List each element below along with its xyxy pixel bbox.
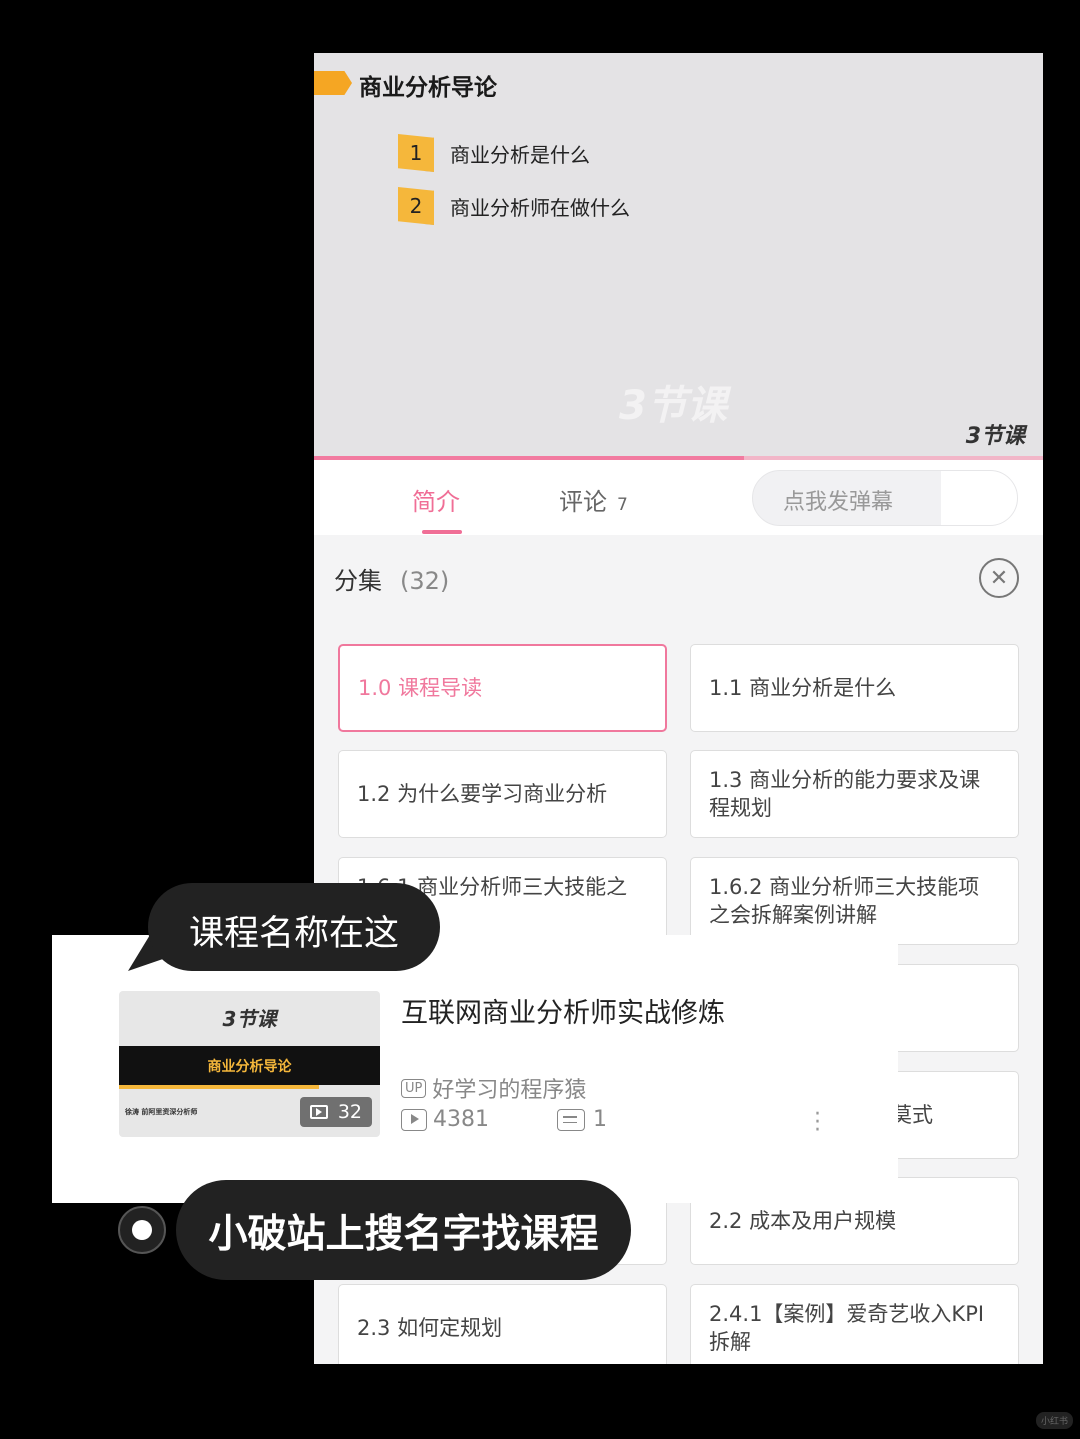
uploader-name: 好学习的程序猿 [432, 1078, 587, 1103]
video-slide-title: 商业分析导论 [359, 75, 497, 101]
episode-card[interactable]: 1.2 为什么要学习商业分析 [338, 750, 667, 838]
episode-label: 2.3 如何定规划 [357, 1316, 503, 1340]
active-tab-indicator [422, 530, 462, 534]
thumbnail-title: 商业分析导论 [207, 1058, 292, 1075]
slide-toc-item: 1 商业分析是什么 [398, 133, 590, 173]
tab-intro[interactable]: 简介 [412, 482, 460, 517]
tab-comments[interactable]: 评论 7 [559, 482, 628, 517]
video-player[interactable]: 商业分析导论 1 商业分析是什么 2 商业分析师在做什么 3节课 3节课 [314, 53, 1043, 460]
annotation-bubble-top: 课程名称在这 [148, 883, 440, 971]
thumbnail-logo: 3节课 [222, 1007, 277, 1031]
view-count: 4381 [433, 1107, 489, 1132]
radio-dot [132, 1220, 152, 1240]
danmaku-count: 1 [593, 1107, 607, 1132]
toc-text: 商业分析是什么 [450, 142, 590, 167]
danmaku-count-icon [557, 1108, 585, 1131]
episodes-label: 分集 [334, 567, 382, 595]
title-flag-icon [314, 71, 352, 95]
faint-watermark: 3节课 [619, 383, 727, 429]
brand-logo: 3节课 [965, 424, 1025, 449]
danmaku-input[interactable]: 点我发弹幕 弹 [752, 470, 1018, 526]
episode-count: 32 [337, 1101, 362, 1123]
episode-count-badge: 32 [299, 1097, 372, 1127]
episode-card[interactable]: 1.1 商业分析是什么 [690, 644, 1019, 732]
episode-card[interactable]: 1.3 商业分析的能力要求及课程规划 [690, 750, 1019, 838]
toc-number: 1 [398, 134, 434, 172]
thumbnail-divider [119, 1085, 319, 1089]
episodes-header: 分集 (32) [334, 561, 449, 596]
stats-row: 4381 1 [401, 1107, 607, 1132]
episode-card[interactable]: 1.0 课程导读 [338, 644, 667, 732]
episode-label: 2.4.1【案例】爱奇艺收入KPI拆解 [709, 1302, 985, 1354]
episode-label: 1.2 为什么要学习商业分析 [357, 782, 608, 806]
result-title[interactable]: 互联网商业分析师实战修炼 [401, 991, 725, 1030]
episode-card[interactable]: 2.3 如何定规划 [338, 1284, 667, 1364]
annotation-text: 课程名称在这 [188, 914, 399, 954]
episode-label: 1.0 课程导读 [358, 676, 483, 700]
tab-comments-label: 评论 [559, 488, 607, 516]
annotation-text: 小破站上搜名字找课程 [208, 1212, 599, 1257]
episode-label: 2.2 成本及用户规模 [709, 1209, 897, 1233]
play-count-icon [401, 1108, 427, 1131]
more-options-icon[interactable]: · · · [814, 1104, 821, 1142]
playlist-icon [309, 1105, 328, 1119]
thumbnail-caption: 徐涛 前阿里资深分析师 [125, 1108, 198, 1116]
toc-text: 商业分析师在做什么 [450, 195, 630, 220]
slide-toc-item: 2 商业分析师在做什么 [398, 186, 630, 226]
episode-card[interactable]: 2.4.1【案例】爱奇艺收入KPI拆解 [690, 1284, 1019, 1364]
toc-number: 2 [398, 187, 434, 225]
radio-icon [118, 1206, 166, 1254]
danmaku-placeholder: 点我发弹幕 [783, 490, 894, 515]
danmaku-toggle-area[interactable]: 弹 [941, 471, 1017, 525]
episode-label: 1.3 商业分析的能力要求及课程规划 [709, 768, 981, 820]
close-icon[interactable]: ✕ [979, 558, 1019, 598]
uploader-row[interactable]: UP 好学习的程序猿 [401, 1072, 586, 1104]
comments-count: 7 [617, 495, 628, 515]
up-icon: UP [401, 1078, 427, 1098]
episode-label: 1.1 商业分析是什么 [709, 676, 897, 700]
annotation-bubble-bottom: 小破站上搜名字找课程 [176, 1180, 631, 1280]
tab-bar: 简介 评论 7 点我发弹幕 弹 [314, 460, 1043, 535]
platform-watermark: 小红书 [1036, 1412, 1074, 1429]
video-thumbnail[interactable]: 3节课 商业分析导论 徐涛 前阿里资深分析师 32 [119, 991, 380, 1137]
episodes-count: (32) [400, 567, 450, 595]
search-result-card[interactable]: 3节课 商业分析导论 徐涛 前阿里资深分析师 32 互联网商业分析师实战修炼 U… [52, 935, 898, 1203]
episode-card[interactable]: 1.6.2 商业分析师三大技能项之会拆解案例讲解 [690, 857, 1019, 945]
thumbnail-band: 商业分析导论 [119, 1046, 380, 1085]
episode-label: 1.6.2 商业分析师三大技能项之会拆解案例讲解 [709, 875, 980, 927]
